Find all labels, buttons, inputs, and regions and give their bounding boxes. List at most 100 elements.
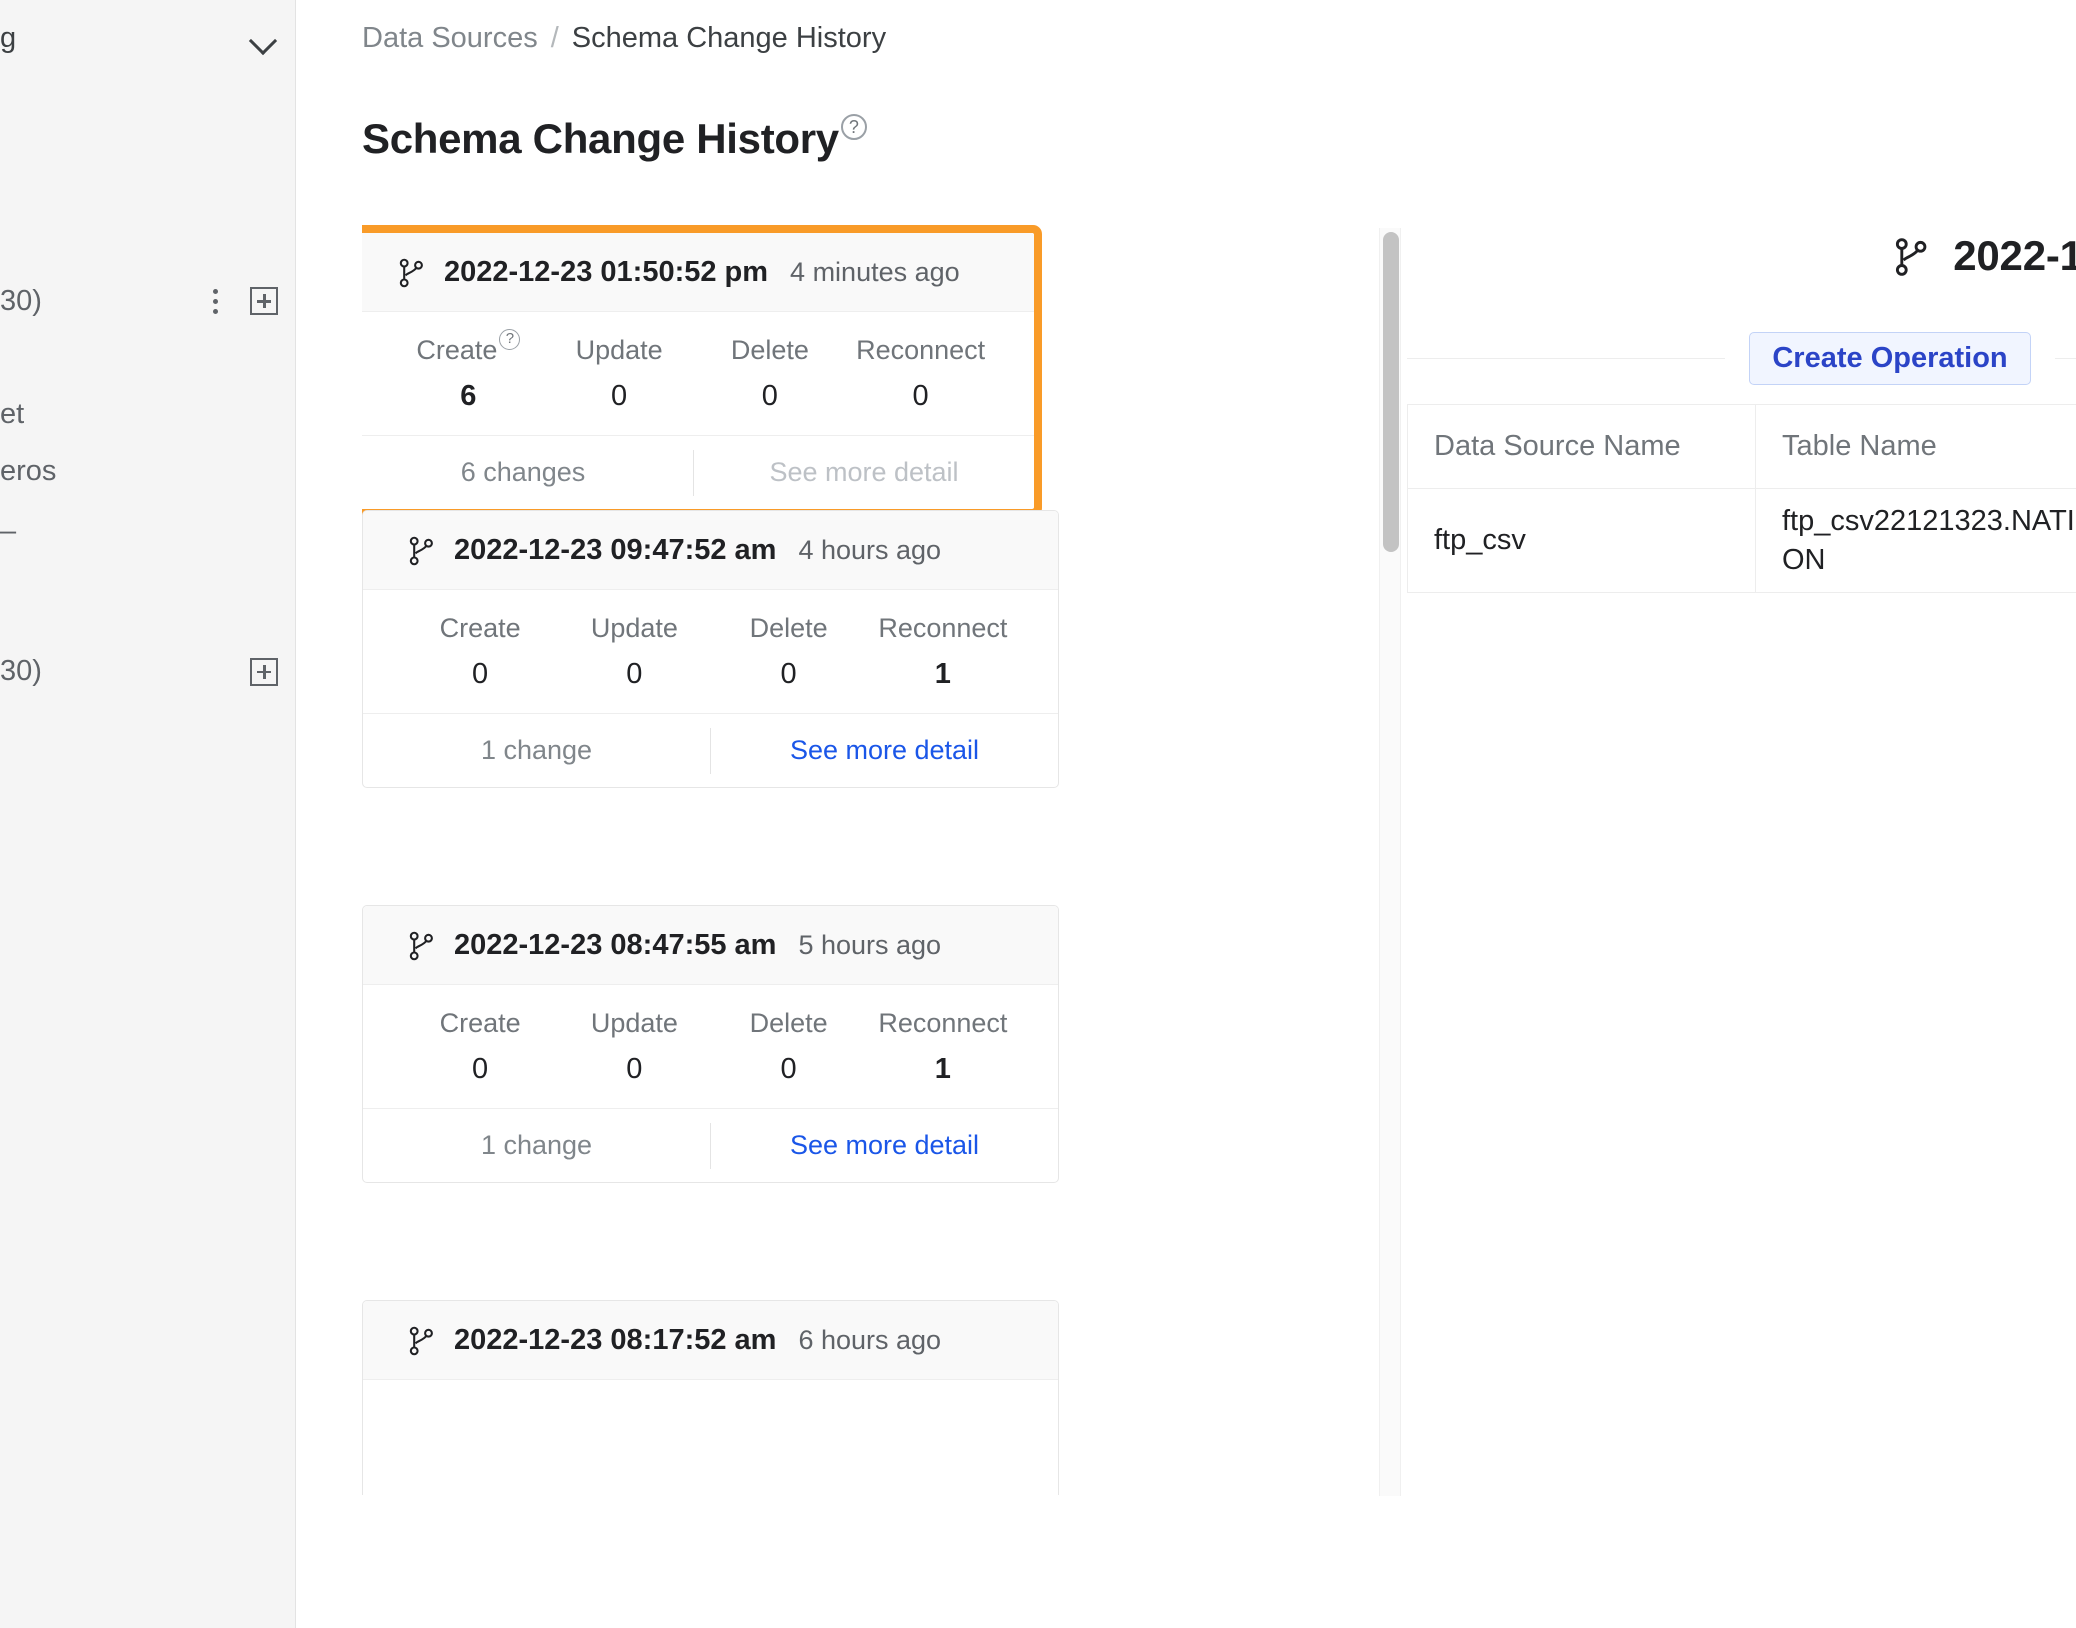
stat-value: 1 bbox=[934, 657, 951, 690]
stat-update: Update 0 bbox=[557, 613, 711, 691]
stat-reconnect: Reconnect 1 bbox=[866, 1008, 1020, 1086]
history-card-stats: Create 0 Update 0 Delete 0 Reconnect 1 bbox=[363, 985, 1058, 1108]
stat-create: Create? 6 bbox=[393, 328, 544, 413]
sidebar-item-label: g bbox=[0, 22, 17, 54]
detail-panel: 2022-12-23 01:50:52 p Create Operation D… bbox=[1407, 0, 2076, 1628]
history-card-header: 2022-12-23 09:47:52 am 4 hours ago bbox=[363, 511, 1058, 590]
history-card[interactable]: 2022-12-23 09:47:52 am 4 hours ago Creat… bbox=[362, 510, 1059, 788]
stat-delete: Delete 0 bbox=[712, 613, 866, 691]
stat-label: Create bbox=[439, 1007, 521, 1038]
stat-delete: Delete 0 bbox=[695, 335, 846, 413]
column-header-data-source-name[interactable]: Data Source Name bbox=[1407, 404, 1756, 489]
stat-label: Create? bbox=[416, 328, 521, 366]
changes-count-label: 1 change bbox=[480, 1130, 593, 1160]
change-history-list[interactable]: 2022-12-23 01:50:52 pm 4 minutes ago Cre… bbox=[362, 225, 1392, 1495]
sidebar-item-0[interactable]: g bbox=[0, 22, 295, 55]
stat-reconnect: Reconnect 1 bbox=[866, 613, 1020, 691]
table-row: ftp_csv ftp_csv22121323.NATION _pos1 _po… bbox=[1407, 488, 2076, 593]
breadcrumb: Data Sources / Schema Change History bbox=[362, 22, 886, 55]
stat-update: Update 0 bbox=[557, 1008, 711, 1086]
sidebar-item-label: 30) bbox=[0, 284, 42, 317]
branch-icon bbox=[409, 1326, 433, 1356]
history-card-footer: 1 change See more detail bbox=[363, 713, 1058, 787]
see-more-detail-link[interactable]: See more detail bbox=[711, 735, 1058, 766]
stat-delete: Delete 0 bbox=[712, 1008, 866, 1086]
operation-divider-row: Create Operation bbox=[1407, 332, 2076, 385]
help-icon[interactable]: ? bbox=[840, 114, 867, 140]
history-card-stats: Create? 6 Update 0 Delete 0 Reconnect 0 bbox=[362, 312, 1034, 435]
history-card[interactable]: 2022-12-23 08:17:52 am 6 hours ago bbox=[362, 1300, 1059, 1495]
add-plus-icon[interactable] bbox=[250, 287, 278, 315]
history-card[interactable]: 2022-12-23 08:47:55 am 5 hours ago Creat… bbox=[362, 905, 1059, 1183]
history-card-relative-time: 5 hours ago bbox=[798, 929, 942, 960]
history-list-scrollbar[interactable] bbox=[1379, 228, 1401, 1496]
history-card-stats bbox=[363, 1380, 1058, 1495]
stat-label: Delete bbox=[749, 1007, 828, 1038]
history-card-inner: 2022-12-23 01:50:52 pm 4 minutes ago Cre… bbox=[362, 233, 1034, 509]
history-card-date: 2022-12-23 01:50:52 pm bbox=[444, 255, 769, 288]
sidebar-item-label: – bbox=[0, 515, 17, 547]
page-title: Schema Change History ? bbox=[362, 114, 867, 162]
page-title-text: Schema Change History bbox=[362, 115, 839, 162]
see-more-detail-link[interactable]: See more detail bbox=[694, 457, 1034, 488]
stat-reconnect: Reconnect 0 bbox=[845, 335, 996, 413]
detail-panel-title: 2022-12-23 01:50:52 p bbox=[1895, 232, 2076, 280]
chevron-down-icon[interactable] bbox=[248, 24, 278, 54]
branch-icon bbox=[1896, 238, 1927, 276]
sidebar-item-label: 30) bbox=[0, 655, 42, 687]
operation-table: Data Source Name Table Name Column Name … bbox=[1407, 404, 2076, 593]
stat-value: 0 bbox=[626, 1052, 643, 1085]
column-header-table-name[interactable]: Table Name bbox=[1755, 404, 2076, 489]
history-list-scrollbar-thumb[interactable] bbox=[1383, 232, 1399, 552]
stat-create: Create 0 bbox=[403, 1008, 557, 1086]
cell-data-source-name: ftp_csv bbox=[1407, 488, 1756, 593]
stat-label: Reconnect bbox=[878, 1007, 1008, 1038]
cell-table-name: ftp_csv22121323.NATION bbox=[1755, 488, 2076, 593]
sidebar-item-5[interactable]: 30) bbox=[0, 655, 295, 688]
sidebar: g 30) et eros – 30) bbox=[0, 0, 296, 1628]
stat-value: 0 bbox=[780, 657, 797, 690]
sidebar-item-label: eros bbox=[0, 455, 57, 487]
stat-value: 0 bbox=[780, 1052, 797, 1085]
stat-label: Reconnect bbox=[878, 612, 1008, 643]
help-icon[interactable]: ? bbox=[499, 328, 521, 350]
add-plus-icon[interactable] bbox=[250, 657, 278, 686]
stat-label: Create bbox=[439, 612, 521, 643]
sidebar-item-2[interactable]: et bbox=[0, 398, 295, 431]
changes-count-label: 6 changes bbox=[460, 457, 586, 487]
history-card-selected[interactable]: 2022-12-23 01:50:52 pm 4 minutes ago Cre… bbox=[362, 225, 1042, 517]
history-card-header: 2022-12-23 08:47:55 am 5 hours ago bbox=[363, 906, 1058, 985]
stat-value: 0 bbox=[611, 379, 628, 412]
kebab-menu-icon[interactable] bbox=[200, 283, 230, 319]
history-card-relative-time: 4 hours ago bbox=[798, 534, 942, 565]
history-card-stats: Create 0 Update 0 Delete 0 Reconnect 1 bbox=[363, 590, 1058, 713]
history-card-relative-time: 4 minutes ago bbox=[790, 256, 960, 287]
breadcrumb-separator: / bbox=[550, 22, 559, 54]
sidebar-item-3[interactable]: eros bbox=[0, 455, 295, 488]
see-more-detail-link[interactable]: See more detail bbox=[711, 1130, 1058, 1161]
stat-label: Reconnect bbox=[856, 334, 986, 365]
divider-line-left bbox=[1407, 358, 1726, 359]
stat-update: Update 0 bbox=[544, 335, 695, 413]
branch-icon bbox=[399, 258, 423, 288]
history-card-date: 2022-12-23 08:17:52 am bbox=[454, 1323, 777, 1356]
breadcrumb-link-data-sources[interactable]: Data Sources bbox=[362, 22, 538, 55]
branch-icon bbox=[409, 931, 433, 961]
table-header-row: Data Source Name Table Name Column Name bbox=[1407, 404, 2076, 489]
history-card-footer: 1 change See more detail bbox=[363, 1108, 1058, 1182]
stat-label: Delete bbox=[749, 612, 828, 643]
divider-line-right bbox=[2054, 358, 2076, 359]
create-operation-chip[interactable]: Create Operation bbox=[1749, 332, 2031, 385]
stat-create: Create 0 bbox=[403, 613, 557, 691]
stat-value: 6 bbox=[460, 379, 477, 412]
main-content: Data Sources / Schema Change History Sch… bbox=[297, 0, 2076, 1628]
stat-label: Update bbox=[590, 612, 678, 643]
sidebar-item-1[interactable]: 30) bbox=[0, 283, 295, 319]
stat-label: Delete bbox=[730, 334, 809, 365]
history-card-header: 2022-12-23 01:50:52 pm 4 minutes ago bbox=[362, 233, 1034, 312]
stat-value: 1 bbox=[934, 1052, 951, 1085]
stat-label: Update bbox=[590, 1007, 678, 1038]
sidebar-item-4[interactable]: – bbox=[0, 515, 295, 548]
breadcrumb-current: Schema Change History bbox=[571, 22, 887, 54]
history-card-relative-time: 6 hours ago bbox=[798, 1324, 942, 1355]
